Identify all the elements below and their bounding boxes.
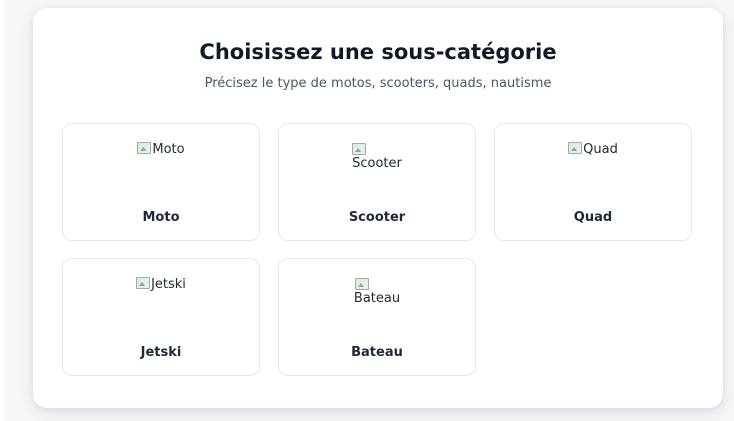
category-image-scooter: Scooter [279,143,475,171]
category-tile-jetski[interactable]: Jetski Jetski [62,258,260,376]
category-label: Jetski [140,345,182,360]
category-tile-quad[interactable]: Quad Quad [494,123,692,241]
category-label: Moto [142,210,180,225]
broken-image-icon [568,142,583,154]
category-label: Bateau [351,345,403,360]
category-image-jetski: Jetski [63,277,259,292]
category-image-alt: Quad [583,142,618,157]
category-image-quad: Quad [495,142,691,157]
category-image-moto: Moto [63,142,259,157]
subcategory-card: Choisissez une sous-catégorie Précisez l… [33,8,723,408]
broken-image-icon [136,277,151,289]
broken-image-icon [137,142,152,154]
broken-image-icon [352,143,366,155]
category-image-alt: Scooter [352,156,402,171]
category-tile-bateau[interactable]: Bateau Bateau [278,258,476,376]
category-tile-moto[interactable]: Moto Moto [62,123,260,241]
category-label: Quad [573,210,613,225]
page-title: Choisissez une sous-catégorie [199,40,557,64]
category-tile-scooter[interactable]: Scooter Scooter [278,123,476,241]
category-label: Scooter [348,210,406,225]
category-image-alt: Moto [152,142,185,157]
broken-image-icon [355,278,369,290]
page-subtitle: Précisez le type de motos, scooters, qua… [204,76,552,91]
category-image-alt: Bateau [353,291,401,306]
category-image-alt: Jetski [151,277,186,292]
category-image-bateau: Bateau [279,278,475,306]
